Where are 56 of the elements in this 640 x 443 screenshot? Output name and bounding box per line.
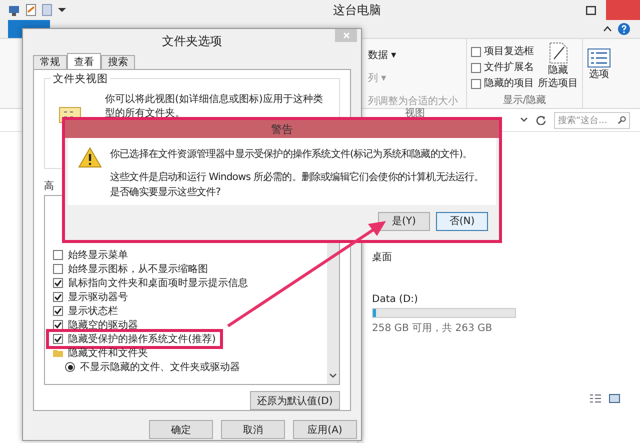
tab[interactable]: 常规 [33, 55, 67, 69]
dialog-button[interactable]: 应用(A) [293, 420, 357, 439]
dialog-button[interactable]: 取消 [221, 420, 285, 439]
setting-checkbox[interactable]: 始终显示菜单 [49, 248, 132, 262]
dropdown-icon[interactable] [58, 7, 66, 13]
drive-space: 258 GB 可用，共 263 GB [372, 323, 492, 334]
dialog-button[interactable]: 确定 [149, 420, 213, 439]
window-title: 这台电脑 [333, 2, 381, 16]
ribbon-checkbox[interactable]: 隐藏的项目 [471, 78, 534, 90]
setting-checkbox[interactable]: 显示驱动器号 [49, 290, 132, 304]
setting-checkbox[interactable]: 鼠标指向文件夹和桌面项时显示提示信息 [49, 276, 252, 290]
warning-message: 这些文件是启动和运行 Windows 所必需的。删除或编辑它们会使你的计算机无法运行。 [110, 170, 484, 185]
setting-checkbox[interactable]: 显示状态栏 [49, 304, 122, 318]
ribbon-command[interactable]: 数据 ▾ [368, 48, 396, 62]
group-label: 视图 [405, 108, 425, 119]
dialog-title: 文件夹选项 [162, 32, 222, 50]
options-button[interactable]: 选项 [587, 42, 611, 81]
refresh-icon[interactable] [536, 115, 546, 125]
group-title: 文件夹视图 [51, 72, 110, 86]
setting-radio[interactable]: 不显示隐藏的文件、文件夹或驱动器 [49, 360, 244, 374]
tab[interactable]: 搜索 [101, 55, 135, 69]
chevron-down-icon[interactable] [329, 372, 337, 380]
collapse-icon[interactable] [603, 26, 612, 32]
folder-icon [53, 349, 63, 357]
section-heading: 桌面 [372, 252, 392, 263]
computer-icon[interactable] [8, 4, 20, 16]
hide-selected-button[interactable]: 隐藏 所选项目 [538, 42, 578, 95]
setting-checkbox[interactable]: 隐藏空的驱动器 [49, 318, 142, 332]
setting-checkbox[interactable]: 始终显示图标，从不显示缩略图 [49, 262, 212, 276]
maximize-icon[interactable] [586, 6, 596, 14]
help-icon[interactable] [618, 23, 630, 35]
hide-icon [548, 42, 568, 64]
close-icon [342, 32, 350, 39]
ribbon-checkbox[interactable]: 文件扩展名 [471, 62, 534, 74]
properties-icon[interactable] [26, 4, 36, 16]
tab[interactable]: 查看 [67, 53, 101, 70]
details-view-icon[interactable] [590, 394, 601, 403]
description: 你可以将此视图(如详细信息或图标)应用于这种类型的所有文件夹。 [105, 93, 324, 121]
restore-defaults-button[interactable]: 还原为默认值(D) [250, 391, 340, 410]
section-label: 高 [44, 181, 54, 193]
options-icon [587, 48, 611, 68]
setting-checkbox[interactable]: 隐藏受保护的操作系统文件(推荐) [49, 332, 220, 346]
drive-name[interactable]: Data (D:) [372, 294, 418, 305]
dialog-title: 警告 [271, 122, 293, 136]
setting-group: 隐藏文件和文件夹 [49, 346, 152, 360]
search-icon [618, 116, 626, 124]
warning-message: 是否确实要显示这些文件? [110, 186, 221, 200]
group-label: 显示/隐藏 [502, 95, 546, 106]
ribbon-checkbox[interactable]: 项目复选框 [471, 46, 534, 58]
dialog-button[interactable]: 是(Y) [378, 212, 430, 230]
dialog-button[interactable]: 否(N) [436, 212, 488, 230]
warning-message: 你已选择在文件资源管理器中显示受保护的操作系统文件(标记为系统和隐藏的文件)。 [110, 148, 472, 162]
chevron-down-icon[interactable] [520, 117, 528, 123]
thumbnail-view-icon[interactable] [609, 394, 620, 403]
search-field[interactable]: 搜索“这台... [554, 112, 630, 128]
warning-icon [78, 147, 102, 168]
